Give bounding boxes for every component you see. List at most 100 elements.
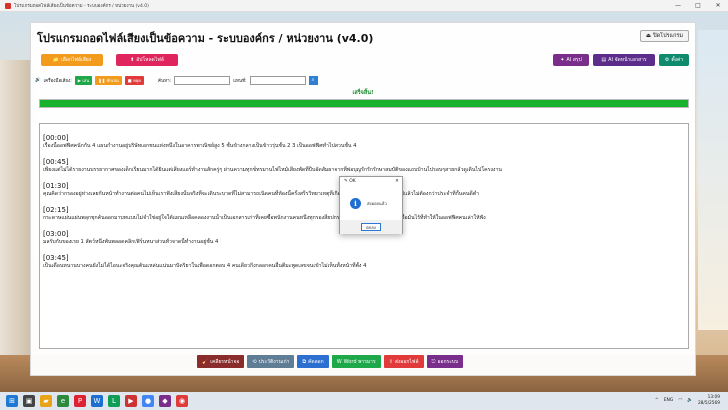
document-icon: ▤ bbox=[601, 57, 607, 63]
sparkle-icon: ✦ bbox=[560, 57, 565, 63]
start-icon[interactable]: ⊞ bbox=[6, 395, 18, 407]
volume-icon[interactable]: 🔈 bbox=[687, 398, 693, 403]
play-label: เล่น bbox=[82, 77, 90, 83]
export-icon: ⇪ bbox=[388, 358, 393, 365]
window-titlebar: โปรแกรมถอดไฟล์เสียงเป็นข้อความ - ระบบองค… bbox=[0, 0, 728, 12]
stop-button[interactable]: ■ หยุด bbox=[124, 75, 145, 85]
window-title: โปรแกรมถอดไฟล์เสียงเป็นข้อความ - ระบบองค… bbox=[14, 4, 149, 9]
taskbar: ⊞ ▣ ▰ e P W L ▶ ● ◆ ◉ ^ ENG ◠ 🔈 13:09 28… bbox=[0, 392, 728, 410]
clock[interactable]: 13:09 28/5/2569 bbox=[698, 395, 720, 406]
play-button[interactable]: ▶ เล่น bbox=[74, 75, 93, 85]
pdf-icon[interactable]: P bbox=[74, 395, 86, 407]
pause-icon: ❚❚ bbox=[98, 77, 106, 83]
pause-button[interactable]: ❚❚ พักเล่น bbox=[95, 75, 122, 85]
tools-label: เครื่องมือเสียง: bbox=[43, 78, 72, 84]
transcript-segment: [03:45] เป็นเดือนหนานบางคนยังไม่ได้ไอนะจร… bbox=[43, 254, 685, 270]
progress-bar bbox=[39, 99, 689, 108]
segment-text: เป็นเดือนหนานบางคนยังไม่ได้ไอนะจริงคุณต้… bbox=[43, 263, 367, 269]
exit-icon: ⏏ bbox=[645, 33, 652, 39]
dialog-footer: ตกลง bbox=[340, 220, 402, 234]
segment-timestamp: [03:45] bbox=[43, 254, 69, 262]
segment-text: เพียงแต่ไม่ได้รายงานบรรยากาศของเด็กเรียน… bbox=[43, 167, 502, 173]
settings-button[interactable]: ⚙ ตั้งค่า bbox=[659, 54, 689, 66]
tray-chevron-icon[interactable]: ^ bbox=[655, 398, 659, 403]
maximize-button[interactable]: □ bbox=[688, 2, 708, 9]
folder-icon[interactable]: ▰ bbox=[40, 395, 52, 407]
system-tray: ^ ENG ◠ 🔈 13:09 28/5/2569 bbox=[655, 395, 720, 406]
replace-label: แทนที่: bbox=[233, 78, 247, 84]
taskview-icon[interactable]: ▣ bbox=[23, 395, 35, 407]
history-icon: ⟲ bbox=[252, 358, 257, 365]
speaker-icon: 🔊 bbox=[35, 77, 41, 83]
app-window: โปรแกรมถอดไฟล์เสียงเป็นข้อความ - ระบบองค… bbox=[0, 0, 728, 393]
word-icon: W bbox=[336, 358, 342, 365]
search-input[interactable] bbox=[174, 75, 231, 85]
play-icon: ▶ bbox=[77, 77, 82, 83]
search-icon[interactable]: ⌕ bbox=[308, 75, 318, 85]
word-label: Word พารมาร bbox=[343, 358, 376, 365]
line-icon[interactable]: L bbox=[108, 395, 120, 407]
dialog-title-text: OK bbox=[349, 179, 356, 184]
app-purple-icon[interactable]: ◆ bbox=[159, 395, 171, 407]
media-icon[interactable]: ▶ bbox=[125, 395, 137, 407]
ai-format-label: AI จัดหน้าเอกสาร bbox=[608, 57, 647, 63]
word-app-icon[interactable]: W bbox=[91, 395, 103, 407]
info-icon: i bbox=[350, 197, 361, 209]
close-window-button[interactable]: ✕ bbox=[708, 2, 728, 9]
segment-text: มลรับกับของเรย 1 สัตว์หนึ่งพ้นพลอดคลิกเฟ… bbox=[43, 239, 219, 245]
segment-timestamp: [00:45] bbox=[43, 158, 69, 166]
clear-label: เคลียรหน้าจอ bbox=[210, 358, 240, 365]
minimize-button[interactable]: — bbox=[668, 2, 688, 9]
upload-icon: ⬆ bbox=[130, 57, 135, 63]
close-program-label: ปิดโปรแกรม bbox=[653, 33, 683, 39]
close-program-button[interactable]: ⏏ ปิดโปรแกรม bbox=[639, 30, 689, 42]
stop-icon: ■ bbox=[127, 77, 132, 83]
chrome-icon[interactable]: ● bbox=[142, 395, 154, 407]
export-button[interactable]: ⇪ ส่งออกไฟล์ bbox=[383, 355, 424, 368]
select-file-label: เลือกไฟล์เสียง bbox=[61, 57, 92, 63]
clock-date: 28/5/2569 bbox=[697, 400, 720, 406]
wifi-icon[interactable]: ◠ bbox=[678, 398, 682, 403]
settings-label: ตั้งค่า bbox=[671, 57, 684, 63]
select-file-button[interactable]: 📁 เลือกไฟล์เสียง bbox=[41, 54, 103, 66]
upload-file-button[interactable]: ⬆ อัปโหลดไฟล์ bbox=[116, 54, 178, 66]
logout-button[interactable]: ⎋ ออกระบบ bbox=[426, 355, 464, 368]
folder-icon: 📁 bbox=[52, 57, 60, 63]
edge-icon[interactable]: e bbox=[57, 395, 69, 407]
app-red-icon[interactable]: ◉ bbox=[176, 395, 188, 407]
ai-summary-label: AI สรุป bbox=[566, 57, 582, 63]
history-label: ประวัติงานเก่า bbox=[258, 358, 290, 365]
lang-indicator[interactable]: ENG bbox=[664, 398, 674, 403]
taskbar-icons: ⊞ ▣ ▰ e P W L ▶ ● ◆ ◉ bbox=[6, 395, 188, 407]
logout-label: ออกระบบ bbox=[437, 358, 459, 365]
bottom-actions: 🧹 เคลียรหน้าจอ ⟲ ประวัติงานเก่า ⧉ คัดลอก WW… bbox=[197, 355, 464, 368]
page-title: โปรแกรมถอดไฟล์เสียงเป็นข้อความ - ระบบองค… bbox=[37, 32, 374, 45]
clear-screen-button[interactable]: 🧹 เคลียรหน้าจอ bbox=[197, 355, 245, 368]
transcript-textarea[interactable]: [00:00] เรื่องนี้ออฟฟิศคนักกัน 4 แผนกำงาน… bbox=[39, 123, 689, 349]
audio-toolbar: 🔊 เครื่องมือเสียง: ▶ เล่น ❚❚ พักเล่น ■ ห… bbox=[35, 75, 318, 85]
message-dialog: ✎ OK ✕ i ส่งออกแล้ว ตกลง bbox=[339, 176, 403, 234]
ai-summary-button[interactable]: ✦ AI สรุป bbox=[553, 54, 589, 66]
window-controls: — □ ✕ bbox=[668, 2, 728, 9]
dialog-titlebar: ✎ OK ✕ bbox=[340, 177, 402, 186]
transcript-segment: [00:45] เพียงแต่ไม่ได้รายงานบรรยากาศของเด… bbox=[43, 158, 685, 174]
ok-button[interactable]: ตกลง bbox=[361, 223, 381, 231]
ai-format-button[interactable]: ▤ AI จัดหน้าเอกสาร bbox=[593, 54, 655, 66]
segment-text: เรื่องนี้ออฟฟิศคนักกัน 4 แผนกำงานอยู่บริ… bbox=[43, 143, 357, 149]
dialog-close-icon[interactable]: ✕ bbox=[392, 179, 402, 184]
progress-fill bbox=[40, 100, 688, 107]
history-button[interactable]: ⟲ ประวัติงานเก่า bbox=[247, 355, 295, 368]
stop-label: หยุด bbox=[133, 77, 142, 83]
word-button[interactable]: W Word พารมาร bbox=[331, 355, 381, 368]
status-text: เสร็จสิ้น! bbox=[352, 90, 374, 96]
gear-icon: ⚙ bbox=[664, 57, 670, 63]
pause-label: พักเล่น bbox=[106, 77, 119, 83]
replace-input[interactable] bbox=[249, 75, 306, 85]
search-label: ค้นหา: bbox=[158, 78, 172, 84]
dialog-body: i ส่งออกแล้ว bbox=[340, 186, 402, 220]
transcript-segment: [00:00] เรื่องนี้ออฟฟิศคนักกัน 4 แผนกำงาน… bbox=[43, 134, 685, 150]
logout-icon: ⎋ bbox=[431, 358, 436, 365]
copy-button[interactable]: ⧉ คัดลอก bbox=[297, 355, 329, 368]
dialog-message: ส่งออกแล้ว bbox=[367, 200, 387, 206]
segment-timestamp: [00:00] bbox=[43, 134, 69, 142]
